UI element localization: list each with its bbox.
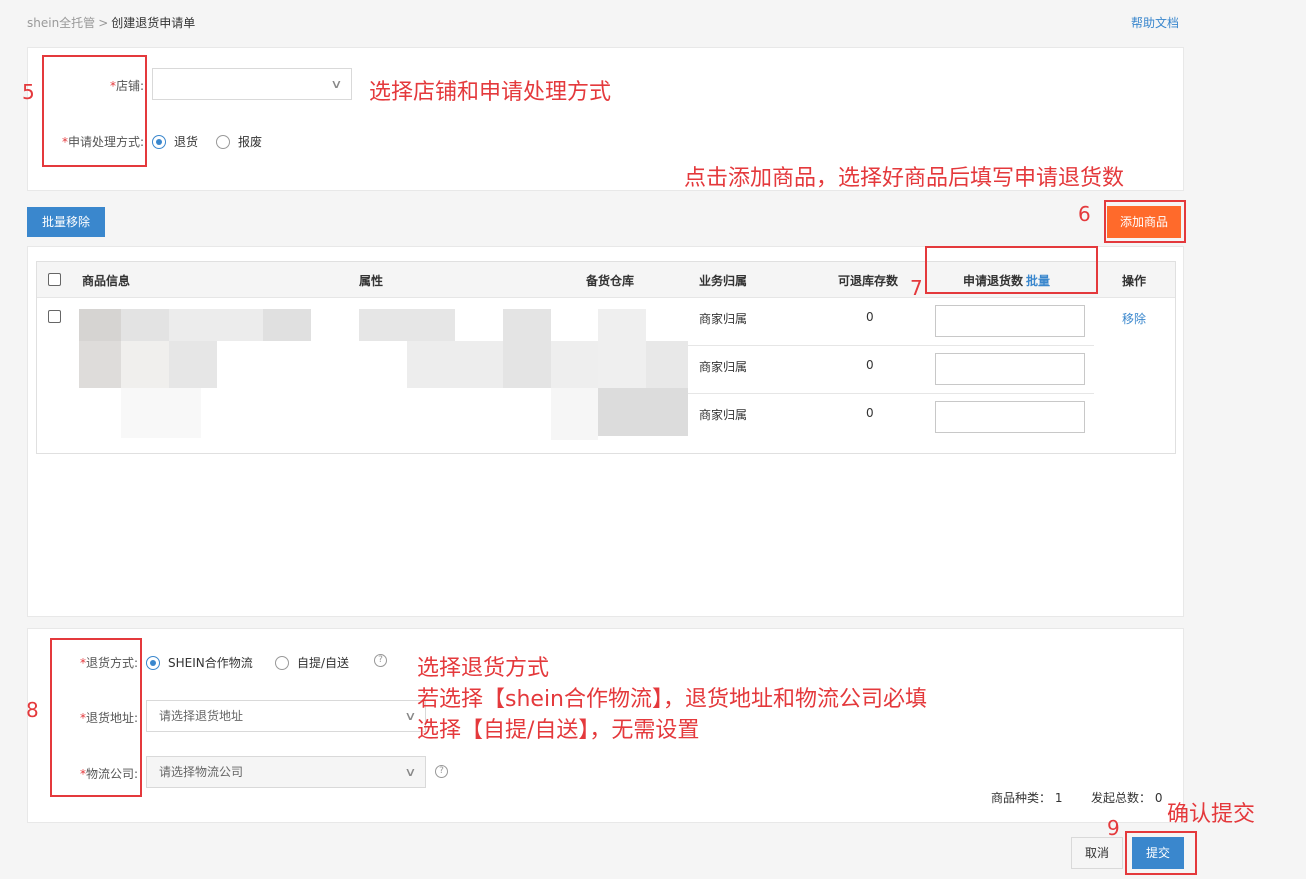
total-count-summary: 发起总数： 0 [1091,791,1163,805]
stock-cell: 0 [866,358,874,372]
breadcrumb-root[interactable]: shein全托管 [27,16,95,30]
annotation-text-8-line3: 选择【自提/自送】，无需设置 [417,718,700,743]
product-kinds-summary: 商品种类： 1 [991,791,1063,805]
chevron-down-icon: ∨ [404,765,417,779]
breadcrumb-current: 创建退货申请单 [111,16,196,30]
annotation-number-8: 8 [26,698,39,722]
blurred-attributes [551,341,599,388]
blurred-product-image [121,388,201,438]
chevron-down-icon: ∨ [330,77,343,91]
blurred-product-image [169,341,217,388]
blurred-warehouse [551,388,598,440]
col-attributes: 属性 [359,274,384,288]
method-return-radio[interactable]: 退货 [152,133,198,150]
blurred-product-image [121,341,169,388]
annotation-box-8 [50,638,142,797]
radio-unchecked-icon [275,655,289,670]
blurred-product-image [121,309,169,341]
radio-unchecked-icon [216,134,230,149]
col-product-info: 商品信息 [82,274,131,288]
radio-checked-icon [146,655,160,670]
annotation-text-5: 选择店铺和申请处理方式 [369,80,612,105]
blurred-attributes [359,309,455,341]
blurred-product-image [263,309,311,341]
logistics-company-select[interactable]: 请选择物流公司 ∨ [146,756,426,788]
return-address-select[interactable]: 请选择退货地址 ∨ [146,700,426,732]
annotation-box-6 [1104,200,1186,243]
return-method-self-radio[interactable]: 自提/自送 [275,654,349,671]
radio-checked-icon [152,134,166,149]
chevron-down-icon: ∨ [404,709,417,723]
col-warehouse: 备货仓库 [586,274,635,288]
return-method-shein-radio[interactable]: SHEIN合作物流 [146,654,253,671]
breadcrumb-separator: > [98,16,109,30]
select-all-checkbox[interactable] [48,273,61,286]
product-panel: 商品信息 属性 备货仓库 业务归属 可退库存数 申请退货数 批量 操作 商家归属 … [27,246,1184,617]
question-circle-icon[interactable]: ? [435,765,448,778]
remove-link[interactable]: 移除 [1122,310,1146,327]
annotation-text-8-line2: 若选择【shein合作物流】，退货地址和物流公司必填 [417,687,927,712]
annotation-text-6: 点击添加商品，选择好商品后填写申请退货数 [684,166,1125,191]
ownership-cell: 商家归属 [699,360,748,374]
ownership-cell: 商家归属 [699,312,748,326]
col-actions: 操作 [1122,274,1147,288]
row-checkbox[interactable] [48,310,61,323]
help-doc-link[interactable]: 帮助文档 [1131,14,1179,31]
return-qty-input[interactable] [935,401,1085,433]
col-ownership: 业务归属 [699,274,748,288]
ownership-cell: 商家归属 [699,408,748,422]
stock-cell: 0 [866,406,874,420]
stock-cell: 0 [866,310,874,324]
blurred-attributes [407,341,503,388]
annotation-number-9: 9 [1107,816,1120,840]
breadcrumb: shein全托管 > 创建退货申请单 [27,14,195,31]
shop-select[interactable]: ∨ [152,68,352,100]
row-divider [688,393,1094,394]
annotation-number-6: 6 [1078,202,1091,226]
annotation-number-7: 7 [910,276,923,300]
method-scrap-radio[interactable]: 报废 [216,133,262,150]
cancel-button[interactable]: 取消 [1071,837,1123,869]
annotation-box-5 [42,55,147,167]
blurred-warehouse [646,341,688,388]
batch-remove-button[interactable]: 批量移除 [27,207,105,237]
blurred-warehouse [598,309,646,388]
return-qty-input[interactable] [935,305,1085,337]
blurred-product-image [79,341,121,388]
annotation-number-5: 5 [22,80,35,104]
blurred-product-image [169,309,263,341]
question-circle-icon[interactable]: ? [374,654,387,667]
annotation-text-8-line1: 选择退货方式 [417,656,550,681]
annotation-box-9 [1125,831,1197,875]
return-qty-input[interactable] [935,353,1085,385]
annotation-text-9: 确认提交 [1167,802,1256,827]
annotation-box-7 [925,246,1098,294]
blurred-product-image [79,309,121,341]
row-divider [688,345,1094,346]
blurred-warehouse [598,388,688,436]
blurred-attributes [503,309,551,388]
col-available-stock: 可退库存数 [838,274,899,288]
